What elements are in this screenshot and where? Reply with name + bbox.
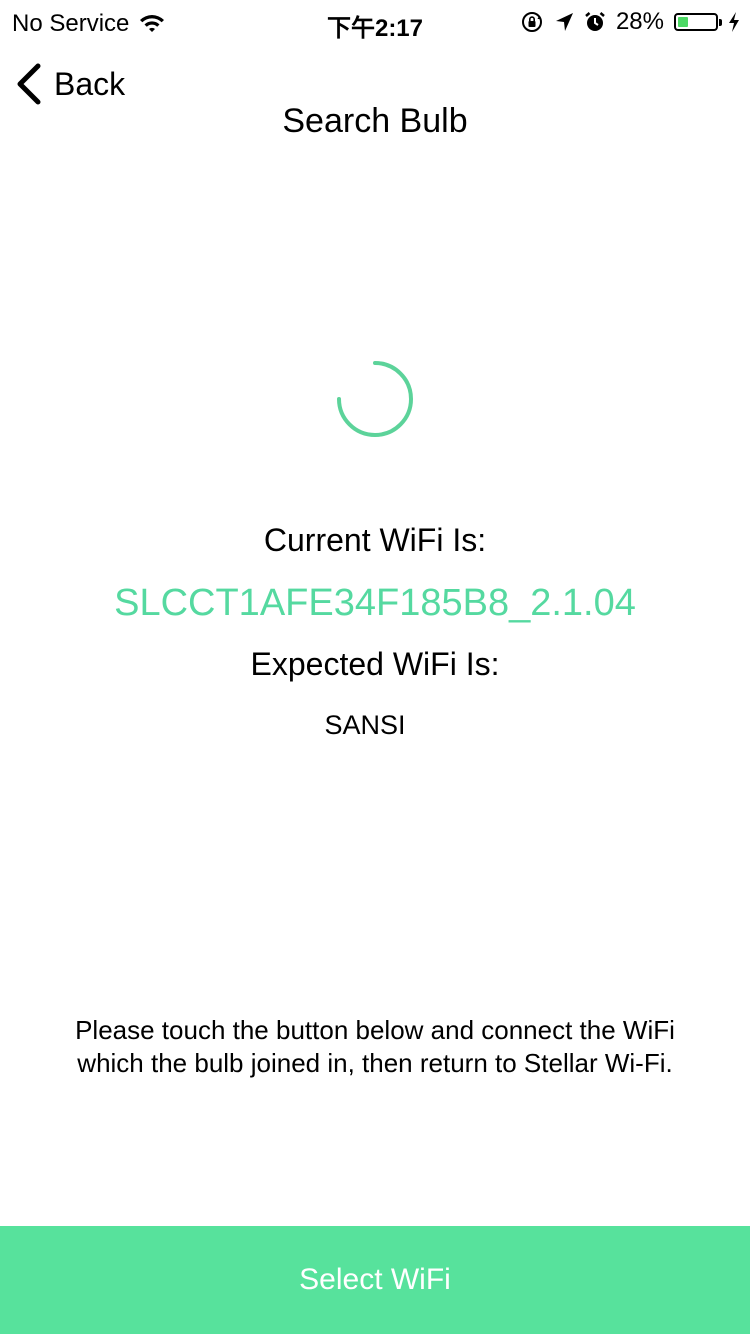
expected-wifi-ssid: SANSI: [324, 710, 406, 740]
current-wifi-label: Current WiFi Is:: [263, 522, 487, 558]
charging-bolt-icon: [729, 12, 739, 32]
select-wifi-label: Select WiFi: [299, 1263, 451, 1296]
select-wifi-button[interactable]: Select WiFi: [0, 1226, 750, 1334]
status-indicators: 28%: [520, 8, 740, 36]
page-title: Search Bulb: [282, 102, 468, 140]
current-wifi-ssid: SLCCT1AFE34F185B8_2.1.04: [114, 582, 636, 624]
status-bar: No Service 下午2:17 28%: [0, 0, 750, 42]
back-button[interactable]: Back: [14, 62, 125, 106]
battery-level-fill: [678, 17, 688, 27]
instructions-text: Please touch the button below and connec…: [75, 1015, 675, 1078]
back-label: Back: [54, 65, 126, 102]
expected-wifi-label: Expected WiFi Is:: [250, 646, 500, 682]
battery-percent: 28%: [615, 8, 664, 35]
battery-icon: [674, 13, 722, 31]
chevron-left-icon: [17, 63, 41, 105]
screen: No Service 下午2:17 28% Back Search Bulb C…: [0, 0, 750, 1334]
orientation-lock-icon: [521, 12, 542, 32]
location-arrow-icon: [555, 13, 573, 31]
alarm-icon: [585, 12, 605, 31]
loading-spinner-icon: [337, 361, 413, 437]
